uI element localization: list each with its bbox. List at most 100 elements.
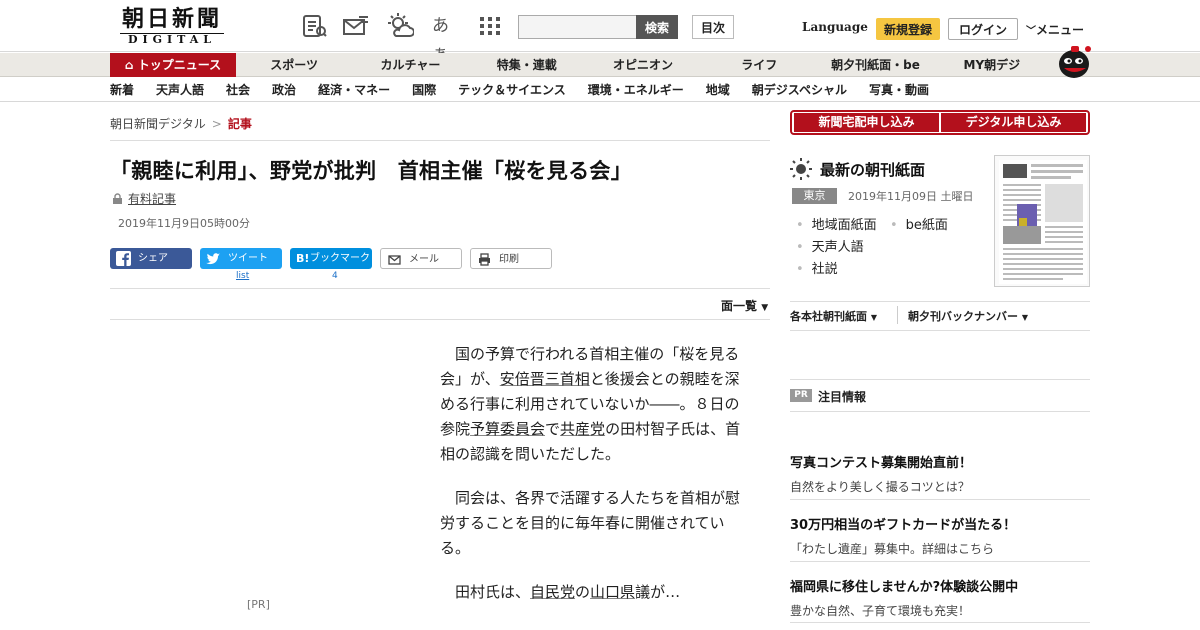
article-body: 国の予算で行われる首相主催の「桜を見る会」が、安倍晋三首相と後援会との親睦を深め… [440, 342, 750, 624]
nav-sports[interactable]: スポーツ [236, 53, 352, 77]
divider [897, 306, 898, 324]
paper-link-be[interactable]: be紙面 [890, 214, 948, 233]
login-button[interactable]: ログイン [948, 18, 1018, 40]
hatena-b-icon: B! [296, 252, 310, 265]
hatena-bookmark-button[interactable]: B! ブックマーク [290, 248, 372, 269]
divider [790, 411, 1090, 412]
sub-nav-society[interactable]: 社会 [226, 78, 250, 102]
ad-item-gift-card[interactable]: 30万円相当のギフトカードが当たる！ 「わたし遺産」募集中。詳細はこちら [790, 514, 1090, 557]
back-number-dropdown[interactable]: 朝夕刊バックナンバー ▼ [908, 308, 1028, 324]
font-size-icon[interactable]: あぁ [432, 12, 460, 64]
divider [110, 288, 770, 289]
sub-nav-politics[interactable]: 政治 [272, 78, 296, 102]
main-nav: トップニュース スポーツ カルチャー 特集・連載 オピニオン ライフ 朝夕刊紙面… [0, 53, 1200, 77]
article-paragraph: 同会は、各界で活躍する人たちを首相が慰労することを目的に毎年春に開催されている。 [440, 489, 741, 557]
keyword-link[interactable]: 自民党 [530, 583, 575, 601]
paper-date: 2019年11月09日 土曜日 [848, 190, 974, 203]
newspaper-thumbnail[interactable] [994, 155, 1090, 287]
hatena-count: 4 [332, 271, 338, 281]
divider [790, 330, 1090, 331]
sub-nav-photo-video[interactable]: 写真・動画 [869, 78, 929, 102]
sub-nav-special[interactable]: 朝デジスペシャル [752, 78, 847, 102]
divider [790, 301, 1090, 302]
ad-subtitle: 「わたし遺産」募集中。詳細はこちら [790, 542, 995, 556]
sub-nav-tech-science[interactable]: テック＆サイエンス [458, 78, 566, 102]
latest-paper-heading: 最新の朝刊紙面 [820, 161, 926, 179]
nav-paper-edition[interactable]: 朝夕刊紙面・be [817, 53, 933, 77]
nav-life[interactable]: ライフ [701, 53, 817, 77]
search-button[interactable]: 検索 [636, 15, 678, 39]
article-paragraph: 国の予算で行われる首相主催の「桜を見る会」が、安倍晋三首相と後援会との親睦を深め… [440, 345, 741, 463]
pr-badge: PR [790, 389, 812, 402]
mail-share-button[interactable]: メール [380, 248, 462, 269]
sub-nav: 新着 天声人語 社会 政治 経済・マネー 国際 テック＆サイエンス 環境・エネル… [0, 78, 1200, 102]
lock-icon [113, 193, 122, 204]
mascot-icon[interactable] [1054, 44, 1092, 78]
language-link[interactable]: Language [802, 20, 868, 34]
page-list-label: 面一覧 [721, 299, 758, 313]
paper-link-tenseijingo[interactable]: 天声人語 [796, 236, 864, 255]
sub-nav-region[interactable]: 地域 [706, 78, 730, 102]
paid-article-label[interactable]: 有料記事 [112, 190, 176, 207]
asahi-logo[interactable]: 朝日新聞 DIGITAL [112, 6, 232, 48]
facebook-share-button[interactable]: シェア [110, 248, 192, 269]
nav-my-asadigi[interactable]: MY朝デジ [934, 53, 1050, 77]
printer-icon [479, 253, 490, 266]
divider [790, 622, 1090, 623]
regional-morning-dropdown[interactable]: 各本社朝刊紙面 ▼ [790, 308, 877, 324]
ad-item-fukuoka[interactable]: 福岡県に移住しませんか?体験談公開中 豊かな自然、子育て環境も充実！ [790, 576, 1090, 619]
page-list-dropdown[interactable]: 面一覧 ▼ [721, 297, 768, 314]
site-header: 朝日新聞 DIGITAL あぁ 検索 目次 Language 新規登録 ログイン… [0, 0, 1200, 64]
divider [110, 319, 770, 320]
home-delivery-button[interactable]: 新聞宅配申し込み [794, 113, 939, 132]
sub-nav-tenseijingo[interactable]: 天声人語 [156, 78, 204, 102]
twitter-count[interactable]: list [236, 271, 249, 281]
divider [790, 561, 1090, 562]
logo-en: DIGITAL [120, 33, 224, 46]
ad-subtitle: 豊かな自然、子育て環境も充実！ [790, 604, 971, 618]
article-date: 2019年11月9日05時00分 [118, 217, 250, 230]
facebook-icon [116, 251, 131, 266]
subscribe-box: 新聞宅配申し込み デジタル申し込み [790, 110, 1090, 135]
pr-label: [PR] [247, 598, 270, 611]
ad-title: 写真コンテスト募集開始直前！ [790, 456, 973, 471]
sub-nav-economy[interactable]: 経済・マネー [318, 78, 390, 102]
ad-title: 福岡県に移住しませんか?体験談公開中 [790, 580, 1019, 595]
keyword-link[interactable]: 安倍晋三首相 [500, 370, 590, 388]
index-button[interactable]: 目次 [692, 15, 734, 39]
paper-link-regional[interactable]: 地域面紙面 [796, 214, 877, 233]
paper-link-editorial[interactable]: 社説 [796, 258, 838, 277]
news-list-icon[interactable] [300, 12, 328, 40]
mail-share-label: メール [409, 254, 439, 265]
sub-nav-latest[interactable]: 新着 [110, 78, 134, 102]
menu-label: メニュー [1036, 22, 1085, 37]
ad-title: 30万円相当のギフトカードが当たる！ [790, 518, 1017, 533]
nav-opinion[interactable]: オピニオン [585, 53, 701, 77]
sub-nav-environment[interactable]: 環境・エネルギー [588, 78, 684, 102]
weather-icon[interactable] [386, 12, 415, 40]
twitter-share-button[interactable]: ツイート [200, 248, 282, 269]
breadcrumb-home[interactable]: 朝日新聞デジタル [110, 117, 206, 131]
menu-button[interactable]: ﹀メニュー [1026, 18, 1092, 40]
digital-subscribe-button[interactable]: デジタル申し込み [941, 113, 1086, 132]
divider [790, 379, 1090, 380]
search-input[interactable] [518, 15, 637, 39]
facebook-share-label: シェア [138, 253, 168, 264]
mail-send-icon[interactable] [342, 12, 370, 40]
nav-top-news[interactable]: トップニュース [110, 53, 236, 77]
sub-nav-international[interactable]: 国際 [412, 78, 436, 102]
ad-subtitle: 自然をより美しく撮るコツとは？ [790, 480, 970, 494]
grid-menu-icon[interactable] [476, 12, 504, 40]
article-paragraph: 田村氏は、自民党の山口県議が… [455, 583, 681, 601]
keyword-link[interactable]: 共産党 [560, 420, 605, 438]
logo-jp: 朝日新聞 [121, 6, 222, 32]
register-button[interactable]: 新規登録 [876, 18, 940, 40]
keyword-link[interactable]: 予算委員会 [470, 420, 545, 438]
nav-culture[interactable]: カルチャー [352, 53, 468, 77]
print-button[interactable]: 印刷 [470, 248, 552, 269]
chevron-down-icon: ﹀ [1026, 25, 1036, 37]
divider [790, 499, 1090, 500]
ad-item-photo-contest[interactable]: 写真コンテスト募集開始直前！ 自然をより美しく撮るコツとは？ [790, 452, 1090, 495]
keyword-link[interactable]: 山口県 [590, 583, 635, 601]
nav-features[interactable]: 特集・連載 [469, 53, 585, 77]
